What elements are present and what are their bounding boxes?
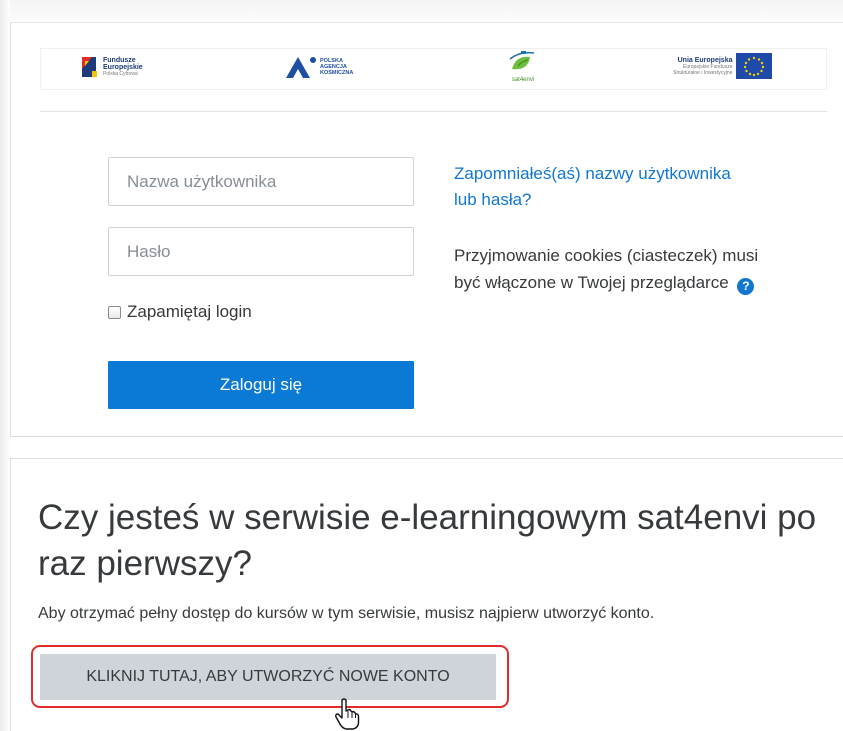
sat4envi-logo: sat4envi (506, 49, 540, 83)
password-placeholder: Hasło (127, 242, 171, 261)
ue-logo-text-1: Unia Europejska (677, 56, 733, 64)
fe-logo-text-3: Polska Cyfrowa (103, 71, 138, 77)
satellite-leaf-icon (509, 51, 535, 70)
signup-intro-text: Aby otrzymać pełny dostęp do kursów w ty… (38, 605, 655, 622)
forgot-credentials-link[interactable]: Zapomniałeś(aś) nazwy użytkownika lub ha… (454, 161, 734, 213)
sat4envi-logo-text: sat4envi (511, 77, 535, 83)
eu-flag-icon (736, 53, 773, 79)
password-input[interactable]: Hasło (108, 227, 414, 276)
ue-logo-text-3: Strukturalne i Inwestycyjne (673, 69, 733, 76)
page-edge (0, 0, 10, 731)
unia-europejska-logo: Unia Europejska Europejskie Fundusze Str… (673, 53, 773, 79)
remember-checkbox[interactable] (108, 305, 121, 319)
section-divider (40, 111, 827, 112)
remember-label[interactable]: Zapamiętaj login (127, 302, 252, 322)
fe-logo-text-1: Fundusze (103, 57, 136, 64)
fe-logo-text-2: Europejskie (103, 64, 143, 71)
first-time-heading: Czy jesteś w serwisie e-learningowym sat… (38, 498, 817, 583)
help-icon[interactable]: ? (737, 278, 755, 295)
polsa-logo-text-3: KOSMICZNA (320, 70, 354, 76)
fundusze-europejskie-logo: Fundusze Europejskie Polska Cyfrowa (80, 53, 143, 81)
polsa-logo: POLSKA AGENCJA KOSMICZNA (284, 54, 353, 80)
remember-login: Zapamiętaj login (108, 302, 252, 322)
create-account-button[interactable]: KLIKNIJ TUTAJ, ABY UTWORZYĆ NOWE KONTO (40, 654, 496, 700)
cookies-text: Przyjmowanie cookies (ciasteczek) musi b… (454, 246, 759, 292)
hand-cursor-icon (335, 698, 360, 730)
login-button[interactable]: Zaloguj się (108, 361, 414, 409)
username-input[interactable]: Nazwa użytkownika (108, 157, 414, 206)
cookies-notice: Przyjmowanie cookies (ciasteczek) musi b… (454, 242, 784, 296)
username-placeholder: Nazwa użytkownika (127, 172, 277, 191)
polsa-triangle-icon (286, 57, 316, 78)
fe-flag-icon (82, 57, 97, 77)
